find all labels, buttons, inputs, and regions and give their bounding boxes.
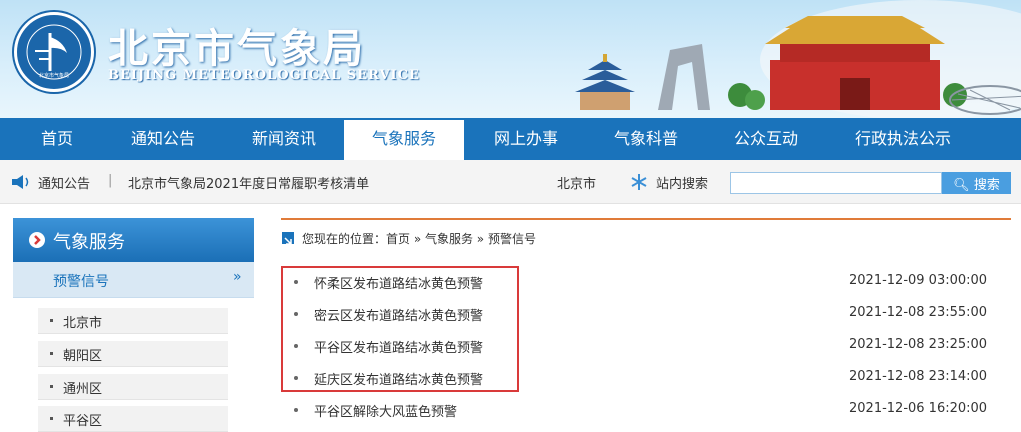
- news-date: 2021-12-09 03:00:00: [849, 273, 988, 288]
- news-date: 2021-12-08 23:14:00: [849, 369, 988, 384]
- chevron-right-icon: [29, 232, 45, 248]
- sidebar-current-label: 预警信号: [53, 274, 109, 290]
- news-list-item: 平谷区解除大风蓝色预警 2021-12-06 16:20:00: [281, 394, 1011, 426]
- city-label: 北京市: [557, 177, 597, 192]
- news-title-link[interactable]: 平谷区解除大风蓝色预警: [314, 401, 457, 420]
- nav-item-law-enforcement[interactable]: 行政执法公示: [840, 118, 966, 160]
- brand-title-cn[interactable]: 北京市气象局: [108, 16, 366, 74]
- sidebar-item-warning-signals[interactable]: 预警信号 »: [13, 262, 254, 298]
- brand-title-en: BEIJING METEOROLOGICAL SERVICE: [108, 68, 420, 83]
- nav-item-online-services[interactable]: 网上办事: [478, 118, 574, 160]
- notice-separator: |: [108, 173, 113, 188]
- bullet-icon: [50, 319, 53, 322]
- breadcrumb-divider: [281, 218, 1011, 220]
- notice-headline-link[interactable]: 北京市气象局2021年度日常履职考核清单: [128, 173, 369, 192]
- main-nav: 首页 通知公告 新闻资讯 气象服务 网上办事 气象科普 公众互动 行政执法公示: [0, 118, 1021, 160]
- site-banner: 北京市气象局 北京市气象局 BEIJING METEOROLOGICAL SER…: [0, 0, 1021, 118]
- news-date: 2021-12-06 16:20:00: [849, 401, 988, 416]
- sidebar-item-pinggu[interactable]: 平谷区: [38, 406, 228, 432]
- sidebar-item-label: 通州区: [63, 382, 103, 397]
- location-icon: [282, 232, 294, 245]
- news-date: 2021-12-08 23:55:00: [849, 305, 988, 320]
- nav-item-interaction[interactable]: 公众互动: [718, 118, 814, 160]
- double-chevron-icon: »: [233, 269, 242, 285]
- sidebar-item-tongzhou[interactable]: 通州区: [38, 374, 228, 400]
- sidebar-item-label: 朝阳区: [63, 349, 103, 364]
- cctv-tower-icon: [658, 44, 710, 110]
- sidebar-item-label: 北京市: [63, 316, 103, 331]
- meteorological-logo[interactable]: 北京市气象局: [14, 12, 94, 92]
- snowflake-icon: [631, 174, 647, 190]
- nav-item-news[interactable]: 新闻资讯: [236, 118, 332, 160]
- search-button-label: 搜索: [973, 177, 1000, 193]
- sidebar-item-beijing[interactable]: 北京市: [38, 308, 228, 334]
- nav-item-announcements[interactable]: 通知公告: [115, 118, 211, 160]
- temple-of-heaven-icon: [575, 54, 635, 110]
- news-date: 2021-12-08 23:25:00: [849, 337, 988, 352]
- bullet-icon: [50, 417, 53, 420]
- bullet-icon: [50, 352, 53, 355]
- nav-item-science[interactable]: 气象科普: [598, 118, 694, 160]
- highlight-annotation-box: [281, 266, 519, 392]
- sidebar-header: 气象服务: [13, 218, 254, 262]
- sidebar-item-label: 平谷区: [63, 414, 103, 429]
- speaker-icon: [12, 175, 29, 189]
- sidebar-title: 气象服务: [53, 232, 125, 253]
- beijing-landmarks-illustration: [575, 0, 1021, 118]
- logo-center-text: 北京市气象局: [39, 72, 69, 79]
- breadcrumb: 您现在的位置：首页 » 气象服务 » 预警信号: [302, 232, 536, 246]
- sidebar-item-chaoyang[interactable]: 朝阳区: [38, 341, 228, 367]
- nav-item-weather-service[interactable]: 气象服务: [344, 120, 464, 160]
- tiananmen-icon: [765, 16, 945, 110]
- nav-item-home[interactable]: 首页: [14, 118, 100, 160]
- search-button[interactable]: 🔍︎ 搜索: [942, 172, 1011, 194]
- bullet-icon: [50, 385, 53, 388]
- notice-label[interactable]: 通知公告: [38, 173, 90, 192]
- logo-emblem-icon: 北京市气象局: [26, 24, 82, 80]
- bullet-icon: [294, 408, 298, 412]
- site-search-label: 站内搜索: [656, 177, 709, 192]
- search-icon: 🔍︎: [953, 177, 970, 193]
- site-search-input[interactable]: [730, 172, 942, 194]
